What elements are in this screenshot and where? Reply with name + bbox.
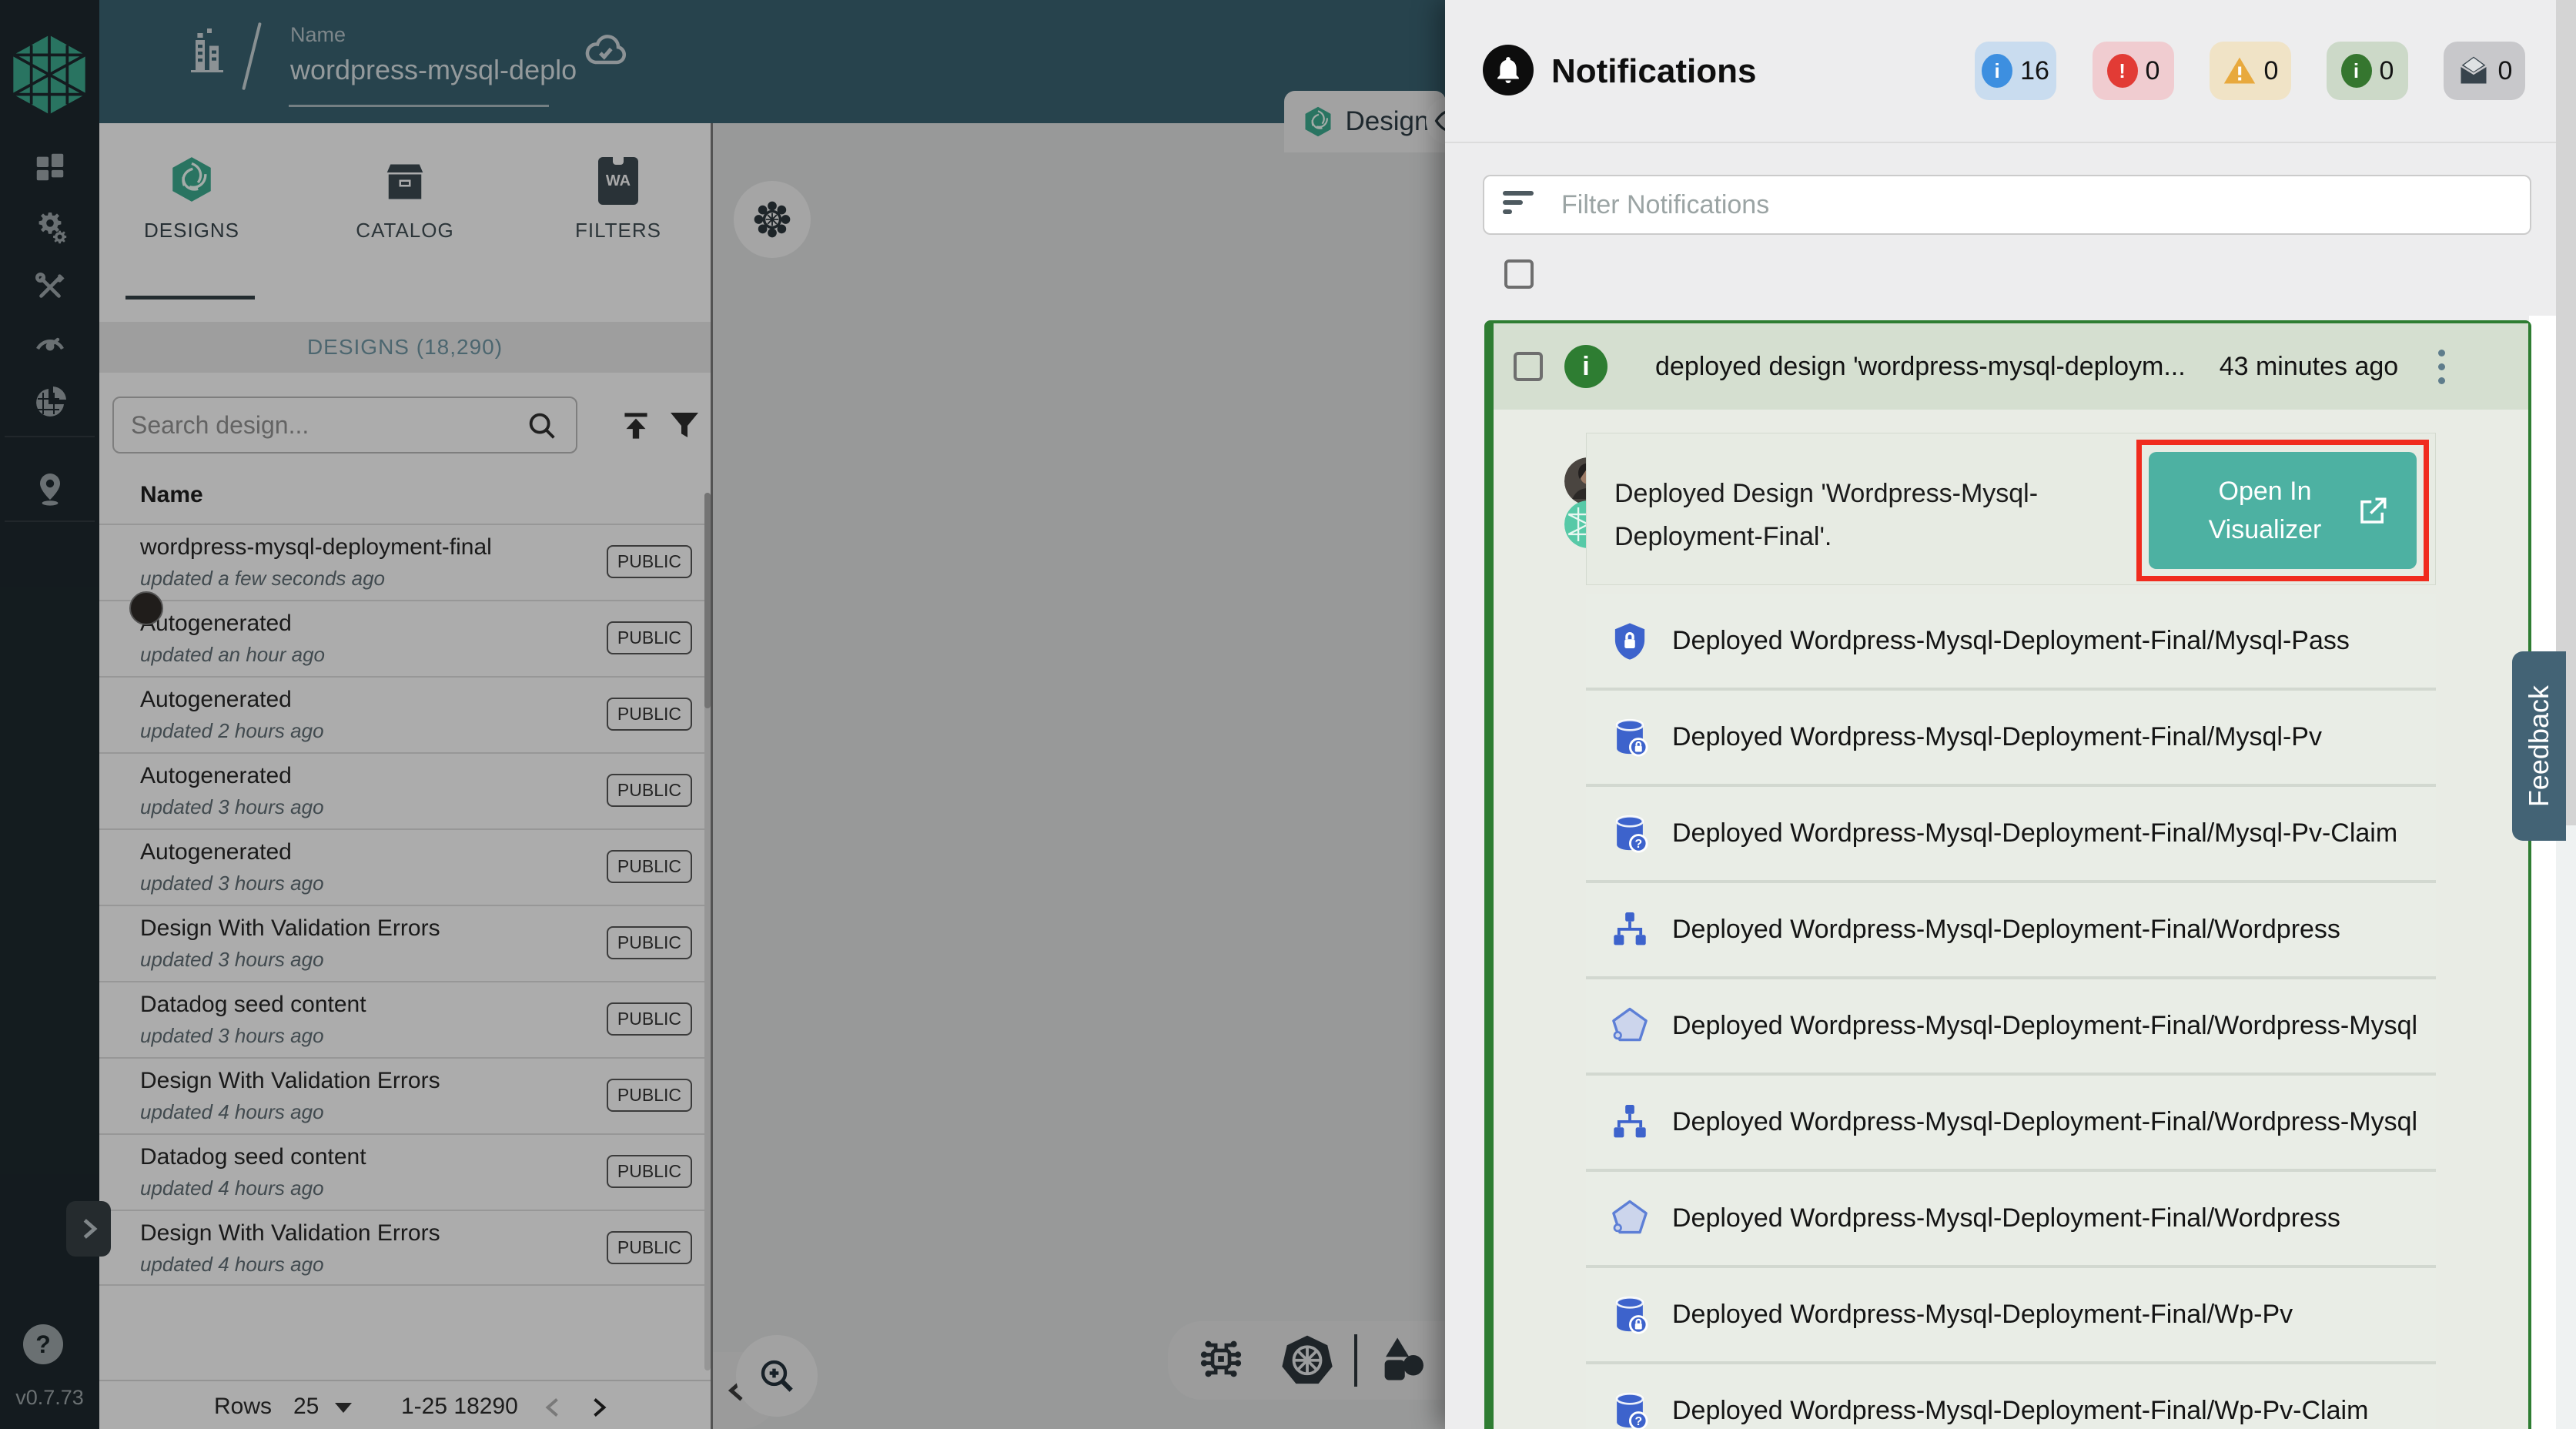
notification-details: Deployed Design 'Wordpress-Mysql-Deploym… bbox=[1586, 433, 2436, 585]
drawer-title: Notifications bbox=[1551, 52, 1756, 91]
event-row[interactable]: Deployed Wordpress-Mysql-Deployment-Fina… bbox=[1586, 979, 2436, 1076]
filter-notifications-input[interactable] bbox=[1483, 175, 2531, 235]
select-all-checkbox[interactable] bbox=[1504, 259, 1534, 289]
service-pentagon-icon bbox=[1609, 1198, 1651, 1240]
event-row[interactable]: Deployed Wordpress-Mysql-Deployment-Fina… bbox=[1586, 691, 2436, 787]
event-row[interactable]: Deployed Wordpress-Mysql-Deployment-Fina… bbox=[1586, 787, 2436, 883]
warning-triangle-icon bbox=[2223, 54, 2257, 88]
notification-checkbox[interactable] bbox=[1514, 352, 1543, 381]
chip-success[interactable]: i 0 bbox=[2327, 42, 2408, 100]
event-row[interactable]: Deployed Wordpress-Mysql-Deployment-Fina… bbox=[1586, 1172, 2436, 1268]
open-in-visualizer-button[interactable]: Open In Visualizer bbox=[2149, 452, 2417, 569]
success-circle-icon: i bbox=[2341, 54, 2372, 88]
notifications-bell-icon bbox=[1483, 45, 1534, 95]
notification-summary[interactable]: deployed design 'wordpress-mysql-deploym… bbox=[1655, 352, 2186, 382]
external-link-icon bbox=[2357, 495, 2389, 527]
event-row[interactable]: Deployed Wordpress-Mysql-Deployment-Fina… bbox=[1586, 1076, 2436, 1172]
event-row[interactable]: Deployed Wordpress-Mysql-Deployment-Fina… bbox=[1586, 1364, 2436, 1429]
event-row[interactable]: Deployed Wordpress-Mysql-Deployment-Fina… bbox=[1586, 883, 2436, 979]
meshery-app: ? v0.7.73 Name wordpress-mysql-deplo bbox=[0, 0, 2576, 1429]
info-circle-icon: i bbox=[1564, 345, 1607, 388]
event-row[interactable]: Deployed Wordpress-Mysql-Deployment-Fina… bbox=[1586, 594, 2436, 691]
deployment-tree-icon bbox=[1609, 909, 1651, 951]
notification-center-drawer: Notifications i 16 ! 0 0 i 0 0 bbox=[1445, 0, 2576, 1429]
event-row[interactable]: Deployed Wordpress-Mysql-Deployment-Fina… bbox=[1586, 1268, 2436, 1364]
volume-lock-icon bbox=[1609, 1294, 1651, 1336]
notification-description: Deployed Design 'Wordpress-Mysql-Deploym… bbox=[1614, 472, 2107, 558]
info-circle-icon: i bbox=[1982, 54, 2012, 88]
chip-warning[interactable]: 0 bbox=[2210, 42, 2291, 100]
notification-card-header[interactable]: i deployed design 'wordpress-mysql-deplo… bbox=[1494, 323, 2528, 410]
envelope-icon bbox=[2457, 54, 2491, 88]
notification-timestamp: 43 minutes ago bbox=[2220, 352, 2399, 382]
chip-error[interactable]: ! 0 bbox=[2093, 42, 2174, 100]
secret-shield-icon bbox=[1609, 621, 1651, 662]
error-circle-icon: ! bbox=[2107, 54, 2138, 88]
chip-informational[interactable]: i 16 bbox=[1975, 42, 2056, 100]
notification-card: i deployed design 'wordpress-mysql-deplo… bbox=[1484, 320, 2531, 1429]
filter-list-icon bbox=[1503, 191, 1534, 219]
deployment-events-list: Deployed Wordpress-Mysql-Deployment-Fina… bbox=[1586, 594, 2436, 1429]
deployment-tree-icon bbox=[1609, 1102, 1651, 1143]
notification-menu-button[interactable] bbox=[2438, 350, 2446, 384]
drawer-scroll-gutter bbox=[2529, 316, 2557, 1429]
volume-claim-icon bbox=[1609, 1391, 1651, 1429]
volume-claim-icon bbox=[1609, 813, 1651, 855]
service-pentagon-icon bbox=[1609, 1006, 1651, 1047]
drawer-divider bbox=[1445, 142, 2576, 143]
volume-lock-icon bbox=[1609, 717, 1651, 758]
modal-backdrop[interactable] bbox=[0, 0, 1445, 1429]
feedback-tab[interactable]: Feedback bbox=[2512, 651, 2566, 841]
chip-read[interactable]: 0 bbox=[2444, 42, 2525, 100]
